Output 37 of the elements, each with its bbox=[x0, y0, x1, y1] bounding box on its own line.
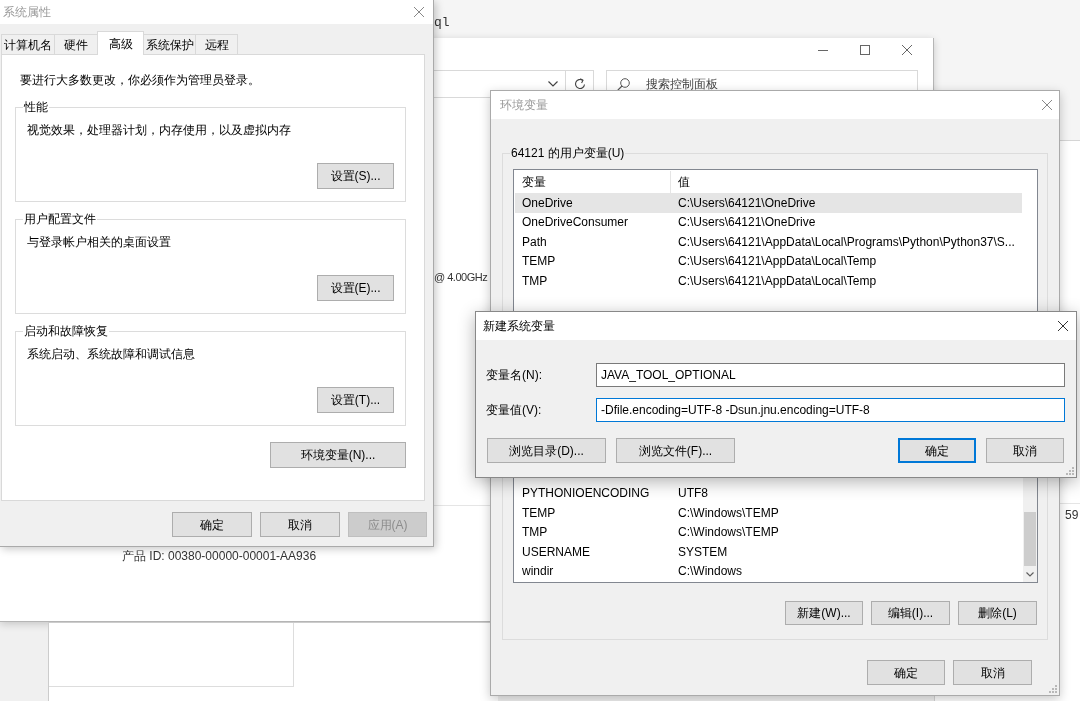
group-description: 视觉效果，处理器计划，内存使用，以及虚拟内存 bbox=[27, 122, 291, 138]
table-cell-text: C:\Windows bbox=[677, 563, 742, 580]
field-label: 变量名(N): bbox=[486, 367, 543, 383]
table-cell-text: SYSTEM bbox=[677, 543, 728, 560]
group-label: 启动和故障恢复 bbox=[23, 323, 109, 339]
window-title: 系统属性 bbox=[3, 4, 51, 20]
window-title: 新建系统变量 bbox=[483, 318, 555, 334]
group-label: 64121 的用户变量(U) bbox=[510, 145, 626, 161]
window-title: 环境变量 bbox=[500, 97, 548, 113]
table-cell-text: C:\Users\64121\AppData\Local\Temp bbox=[677, 253, 877, 270]
table-cell-text: TEMP bbox=[521, 504, 557, 521]
notice-text: 要进行大多数更改，你必须作为管理员登录。 bbox=[20, 72, 260, 88]
table-cell-text: PYTHONIOENCODING bbox=[521, 485, 651, 502]
table-cell-text: C:\Windows\TEMP bbox=[677, 524, 779, 541]
table-cell-text: C:\Users\64121\AppData\Local\Programs\Python\Python37\S... bbox=[677, 233, 1015, 250]
group-description: 与登录帐户相关的桌面设置 bbox=[27, 234, 171, 250]
table-cell-text: OneDrive bbox=[521, 194, 574, 211]
code-text: ql bbox=[434, 15, 450, 30]
field-label: 变量值(V): bbox=[486, 402, 543, 418]
table-cell-text: USERNAME bbox=[521, 543, 591, 560]
table-cell-text: C:\Users\64121\OneDrive bbox=[677, 194, 816, 211]
table-cell-text: OneDriveConsumer bbox=[521, 214, 630, 231]
table-cell-text: C:\Windows\TEMP bbox=[677, 504, 779, 521]
table-cell-text: UTF8 bbox=[677, 485, 708, 502]
group-label: 性能 bbox=[23, 99, 49, 115]
group-description: 系统启动、系统故障和调试信息 bbox=[27, 346, 195, 362]
product-id-text: 产品 ID: 00380-00000-00001-AA936 bbox=[122, 548, 317, 564]
processor-text: @ 4.00GHz bbox=[434, 270, 488, 285]
partial-text: 59 bbox=[1065, 507, 1079, 523]
table-cell-text: Path bbox=[521, 233, 548, 250]
table-cell-text: TMP bbox=[521, 272, 549, 289]
table-cell-text: TMP bbox=[521, 524, 549, 541]
table-cell-text: C:\Users\64121\AppData\Local\Temp bbox=[677, 272, 877, 289]
group-label: 用户配置文件 bbox=[23, 211, 97, 227]
table-cell-text: C:\Users\64121\OneDrive bbox=[677, 214, 816, 231]
table-cell-text: TEMP bbox=[521, 253, 557, 270]
table-cell-text: windir bbox=[521, 563, 555, 580]
